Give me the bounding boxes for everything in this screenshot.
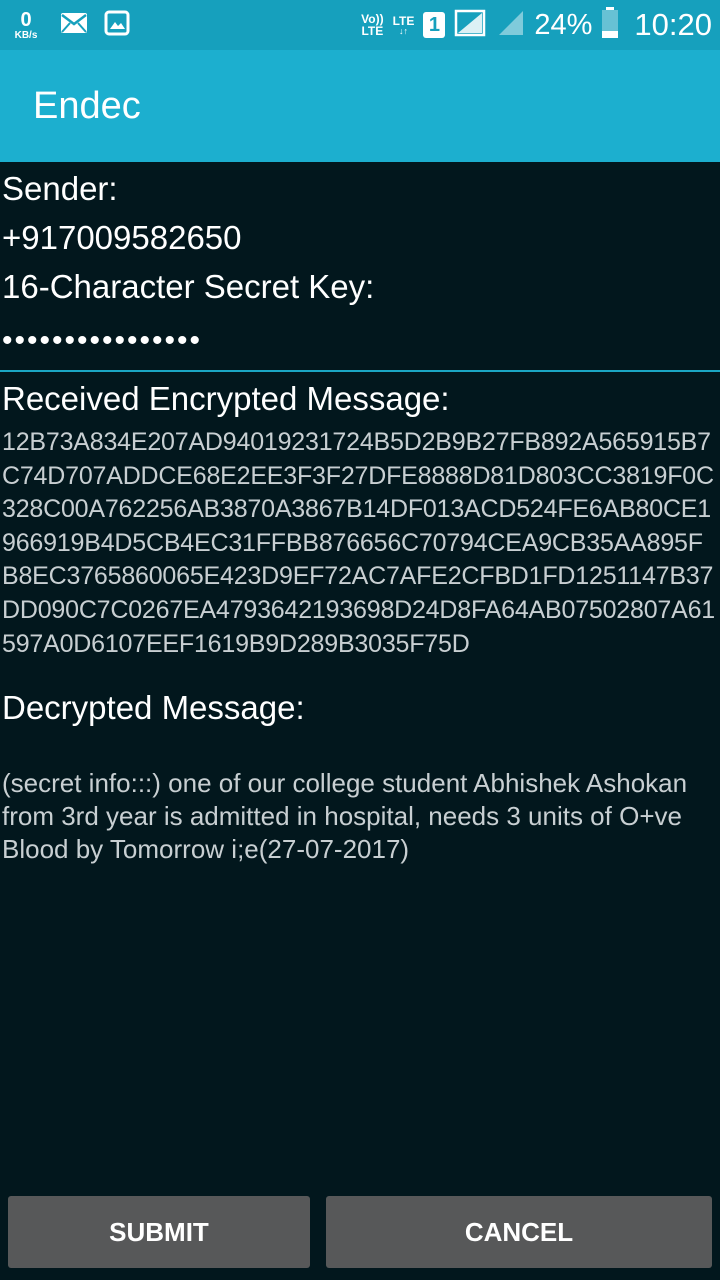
clock: 10:20 (634, 7, 712, 42)
volte-bottom: LTE (361, 24, 384, 38)
battery-icon (601, 6, 619, 44)
status-right: Vo)) LTE LTE ↓↑ 1 24% 10:20 (361, 6, 712, 44)
volte-indicator: Vo)) LTE (361, 13, 383, 37)
sim-slot-badge: 1 (423, 12, 446, 38)
lte-indicator: LTE ↓↑ (393, 15, 415, 36)
network-speed-value: 0 (20, 8, 32, 31)
sender-label: Sender: (2, 170, 118, 207)
lte-top: LTE (392, 13, 415, 28)
signal-icon (454, 9, 488, 42)
secret-key-input[interactable] (0, 312, 720, 372)
submit-button[interactable]: SUBMIT (8, 1196, 310, 1268)
gallery-icon (104, 10, 130, 41)
app-bar: Endec (0, 50, 720, 162)
secret-key-label: 16-Character Secret Key: (2, 268, 375, 305)
cancel-button[interactable]: CANCEL (326, 1196, 712, 1268)
mail-icon (60, 12, 88, 39)
network-speed-unit: KB/s (14, 29, 38, 41)
status-bar: 0 KB/s Vo)) LTE LTE ↓↑ 1 24% 10:20 (0, 0, 720, 50)
battery-percent: 24% (534, 8, 593, 41)
app-title: Endec (33, 84, 141, 127)
signal-icon-2 (497, 9, 525, 42)
encrypted-message-text: 12B73A834E207AD94019231724B5D2B9B27FB892… (2, 428, 716, 658)
decrypted-message-label: Decrypted Message: (2, 689, 305, 726)
lte-arrows: ↓↑ (398, 25, 408, 36)
decrypted-message-text: (secret info:::) one of our college stud… (2, 768, 688, 864)
encrypted-message-label: Received Encrypted Message: (2, 380, 450, 417)
status-left: 0 KB/s (8, 10, 130, 41)
sender-value: +917009582650 (2, 219, 242, 256)
network-speed: 0 KB/s (8, 10, 44, 41)
